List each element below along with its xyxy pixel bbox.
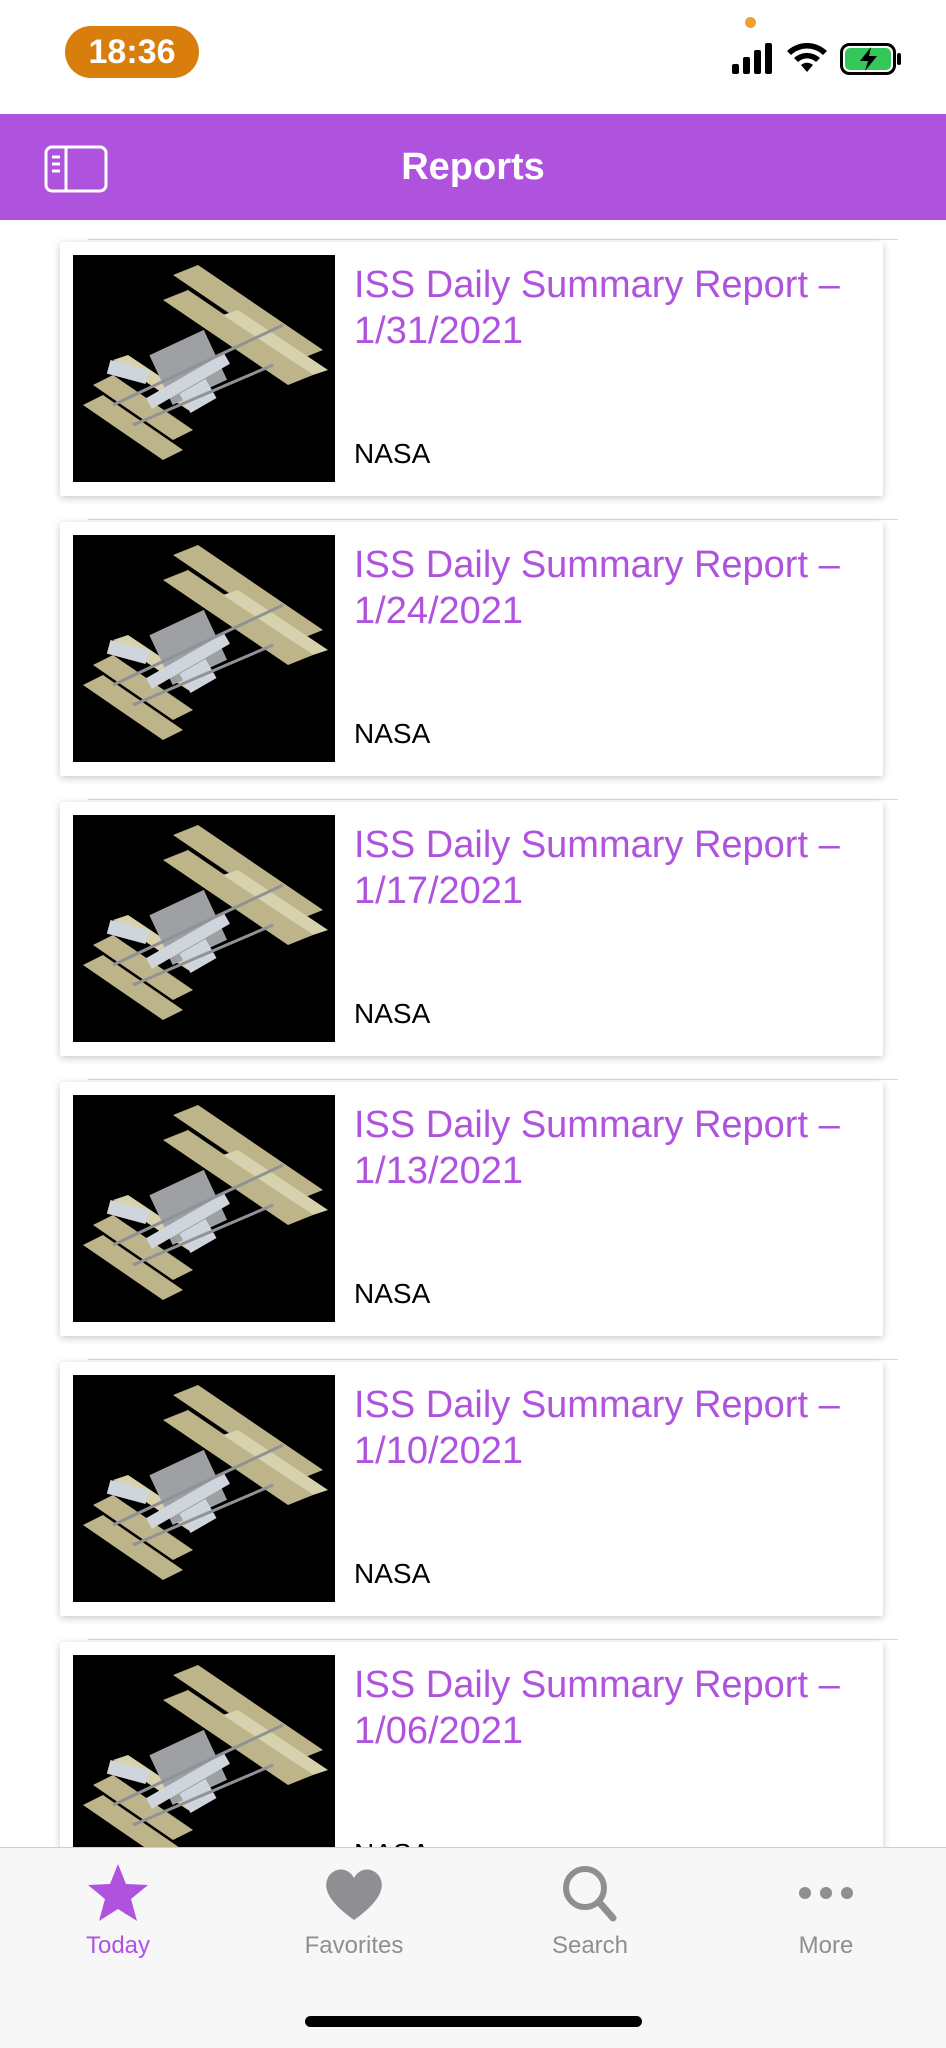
report-card[interactable]: ISS Daily Summary Report – 1/13/2021 NAS… — [60, 1082, 883, 1336]
battery-charging-icon — [840, 43, 901, 75]
report-source: NASA — [354, 438, 431, 469]
page-title: Reports — [401, 145, 545, 188]
tab-label: Search — [551, 1932, 629, 1959]
tab-more[interactable]: More — [708, 1862, 944, 1972]
privacy-indicator-dot — [745, 17, 756, 28]
report-title: ISS Daily Summary Report – 1/13/2021 — [354, 1104, 840, 1192]
tab-label: More — [798, 1932, 854, 1959]
iss-thumbnail — [73, 255, 335, 482]
tab-favorites[interactable]: Favorites — [236, 1862, 472, 1972]
report-source: NASA — [354, 998, 431, 1029]
tab-search[interactable]: Search — [472, 1862, 708, 1972]
tab-today[interactable]: Today — [0, 1862, 236, 1972]
report-title: ISS Daily Summary Report – 1/10/2021 — [354, 1384, 840, 1472]
report-title: ISS Daily Summary Report – 1/31/2021 — [354, 264, 840, 352]
iss-thumbnail — [73, 1375, 335, 1602]
report-list[interactable]: ISS Daily Summary Report – 1/31/2021 NAS… — [0, 220, 946, 1847]
cellular-signal-icon — [732, 43, 772, 74]
list-separator — [88, 1359, 898, 1360]
report-source: NASA — [354, 1278, 431, 1309]
report-card[interactable]: ISS Daily Summary Report – 1/10/2021 NAS… — [60, 1362, 883, 1616]
status-time: 18:36 — [65, 26, 199, 78]
report-card[interactable]: ISS Daily Summary Report – 1/06/2021 NAS… — [60, 1642, 883, 1847]
iss-thumbnail — [73, 1095, 335, 1322]
list-separator — [88, 799, 898, 800]
tab-label: Today — [85, 1932, 151, 1959]
status-bar: 18:36 — [0, 0, 946, 114]
list-separator — [88, 239, 898, 240]
navigation-bar: Reports — [0, 114, 946, 220]
wifi-icon — [787, 43, 827, 72]
home-indicator — [305, 2016, 642, 2027]
report-card[interactable]: ISS Daily Summary Report – 1/17/2021 NAS… — [60, 802, 883, 1056]
iss-thumbnail — [73, 535, 335, 762]
more-icon — [799, 1887, 853, 1899]
heart-icon — [326, 1869, 382, 1920]
iss-thumbnail — [73, 815, 335, 1042]
report-source: NASA — [354, 718, 431, 749]
tab-label: Favorites — [304, 1932, 404, 1959]
list-separator — [88, 1079, 898, 1080]
report-title: ISS Daily Summary Report – 1/24/2021 — [354, 544, 840, 632]
report-title: ISS Daily Summary Report – 1/17/2021 — [354, 824, 840, 912]
report-title: ISS Daily Summary Report – 1/06/2021 — [354, 1664, 840, 1752]
star-icon — [88, 1864, 148, 1921]
report-card[interactable]: ISS Daily Summary Report – 1/24/2021 NAS… — [60, 522, 883, 776]
report-card[interactable]: ISS Daily Summary Report – 1/31/2021 NAS… — [60, 242, 883, 496]
search-icon — [563, 1866, 617, 1922]
report-source: NASA — [354, 1558, 431, 1589]
report-source: NASA — [354, 1838, 430, 1847]
iss-thumbnail — [73, 1655, 335, 1847]
list-separator — [88, 1639, 898, 1640]
list-separator — [88, 519, 898, 520]
